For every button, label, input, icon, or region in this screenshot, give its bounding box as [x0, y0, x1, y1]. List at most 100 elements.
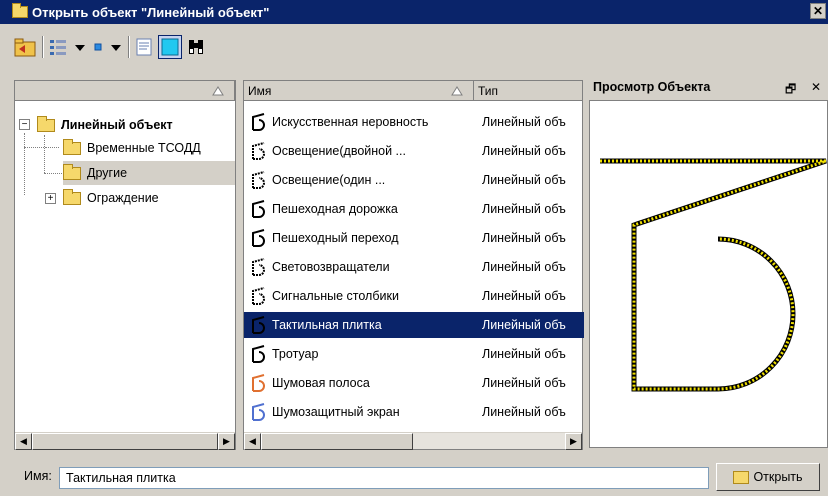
- linear-object-icon: [250, 112, 268, 132]
- scroll-left-button[interactable]: ◀: [15, 433, 32, 450]
- folder-tree-panel: − Линейный объект Временные ТСОДД Другие…: [14, 80, 236, 450]
- list-item[interactable]: Тротуар Линейный объ: [244, 341, 584, 367]
- scroll-right-button[interactable]: ▶: [218, 433, 235, 450]
- object-list-panel: Имя Тип Искусственная неровность Линейный…: [243, 80, 584, 450]
- linear-object-icon: [250, 228, 268, 248]
- list-item[interactable]: Освещение(двойной ... Линейный объ: [244, 138, 584, 164]
- column-header-type-label: Тип: [478, 83, 499, 98]
- tree-horizontal-scrollbar[interactable]: ◀ ▶: [15, 432, 235, 450]
- list-item[interactable]: Освещение(один ... Линейный объ: [244, 167, 584, 193]
- column-header-type[interactable]: Тип: [474, 81, 582, 101]
- tree-item-temporary-tsodd[interactable]: Временные ТСОДД: [63, 136, 201, 160]
- linear-object-icon: [250, 402, 268, 422]
- list-item[interactable]: Искусственная неровность Линейный объ: [244, 109, 584, 135]
- folder-icon: [63, 138, 81, 155]
- list-horizontal-scrollbar[interactable]: ◀ ▶: [244, 432, 582, 450]
- folder-icon: [12, 3, 28, 18]
- list-item-type: Линейный объ: [482, 115, 566, 129]
- object-preview-drawing: [600, 158, 827, 392]
- tree-item-other[interactable]: Другие: [63, 161, 235, 185]
- toolbar: [0, 32, 828, 62]
- open-folder-icon: [733, 470, 750, 484]
- linear-object-icon: [250, 199, 268, 219]
- linear-object-icon: [250, 141, 268, 161]
- tree-item-label: Ограждение: [87, 191, 159, 205]
- folder-icon: [37, 115, 55, 132]
- tree-line: [44, 173, 64, 174]
- open-button-label: Открыть: [753, 470, 803, 484]
- list-item-name: Световозвращатели: [272, 260, 390, 274]
- toolbar-separator: [42, 36, 44, 58]
- list-item-name: Тротуар: [272, 347, 319, 361]
- list-header: Имя Тип: [244, 80, 582, 101]
- name-input[interactable]: Тактильная плитка: [59, 467, 709, 489]
- list-item[interactable]: Шумовая полоса Линейный объ: [244, 370, 584, 396]
- folder-icon: [63, 163, 81, 180]
- list-item[interactable]: Шумозащитный экран Линейный объ: [244, 399, 584, 425]
- folder-icon: [63, 188, 81, 205]
- preview-title: Просмотр Объекта: [593, 80, 711, 94]
- list-item-type: Линейный объ: [482, 260, 566, 274]
- preview-toggle-icon[interactable]: [158, 35, 182, 59]
- binoculars-icon[interactable]: [186, 35, 206, 59]
- scroll-thumb[interactable]: [32, 433, 218, 450]
- list-item[interactable]: Сигнальные столбики Линейный объ: [244, 283, 584, 309]
- list-item[interactable]: Тактильная плитка Линейный объ: [244, 312, 584, 338]
- tree-expander-expand[interactable]: +: [45, 193, 56, 204]
- column-header-name-label: Имя: [248, 83, 272, 98]
- list-item-name: Освещение(двойной ...: [272, 144, 406, 158]
- window-title: Открыть объект "Линейный объект": [32, 4, 270, 20]
- list-item-type: Линейный объ: [482, 202, 566, 216]
- linear-object-icon: [250, 373, 268, 393]
- view-list-icon[interactable]: [48, 35, 70, 59]
- linear-object-icon: [250, 344, 268, 364]
- preview-canvas: [589, 100, 828, 448]
- toolbar-separator: [128, 36, 130, 58]
- tree-column-header[interactable]: [15, 80, 235, 101]
- dropdown-arrow-icon[interactable]: [74, 35, 86, 59]
- tree-item-label: Временные ТСОДД: [87, 141, 201, 155]
- scroll-thumb[interactable]: [261, 433, 413, 450]
- tree-item-fence[interactable]: Ограждение: [63, 186, 159, 210]
- tree-item-label: Линейный объект: [61, 118, 173, 132]
- scroll-right-button[interactable]: ▶: [565, 433, 582, 450]
- tree-expander-collapse[interactable]: −: [19, 119, 30, 130]
- list-item[interactable]: Световозвращатели Линейный объ: [244, 254, 584, 280]
- dropdown-arrow-icon[interactable]: [110, 35, 122, 59]
- list-item-type: Линейный объ: [482, 144, 566, 158]
- scroll-left-button[interactable]: ◀: [244, 433, 261, 450]
- tree-line: [44, 135, 45, 173]
- close-window-button[interactable]: ✕: [810, 3, 826, 19]
- list-item-name: Пешеходный переход: [272, 231, 399, 245]
- list-item-name: Пешеходная дорожка: [272, 202, 398, 216]
- restore-panel-button[interactable]: 🗗: [785, 80, 796, 101]
- folder-up-icon[interactable]: [14, 35, 36, 59]
- linear-object-icon: [250, 315, 268, 335]
- small-icon-view-icon[interactable]: [90, 35, 106, 59]
- list-item[interactable]: Пешеходный переход Линейный объ: [244, 225, 584, 251]
- list-item-type: Линейный объ: [482, 405, 566, 419]
- close-panel-button[interactable]: ✕: [811, 80, 821, 94]
- tree-item-linear-object[interactable]: Линейный объект: [37, 113, 173, 137]
- name-label: Имя:: [24, 469, 52, 483]
- list-item-type: Линейный объ: [482, 318, 566, 332]
- list-item-type: Линейный объ: [482, 231, 566, 245]
- title-bar: Открыть объект "Линейный объект" ✕: [0, 0, 828, 24]
- preview-panel: Просмотр Объекта 🗗 ✕: [589, 78, 828, 448]
- open-button[interactable]: Открыть: [716, 463, 820, 491]
- list-item-name: Сигнальные столбики: [272, 289, 399, 303]
- list-item-name: Освещение(один ...: [272, 173, 386, 187]
- column-header-name[interactable]: Имя: [244, 80, 474, 101]
- list-item-type: Линейный объ: [482, 347, 566, 361]
- list-item-name: Тактильная плитка: [272, 318, 382, 332]
- tree-item-label: Другие: [87, 166, 128, 180]
- tree-line: [24, 133, 25, 195]
- list-item-name: Шумовая полоса: [272, 376, 370, 390]
- linear-object-icon: [250, 170, 268, 190]
- list-item[interactable]: Пешеходная дорожка Линейный объ: [244, 196, 584, 222]
- list-item-type: Линейный объ: [482, 376, 566, 390]
- list-item-type: Линейный объ: [482, 289, 566, 303]
- tree-header: [15, 80, 235, 101]
- tree-line: [24, 147, 46, 148]
- details-view-icon[interactable]: [134, 35, 154, 59]
